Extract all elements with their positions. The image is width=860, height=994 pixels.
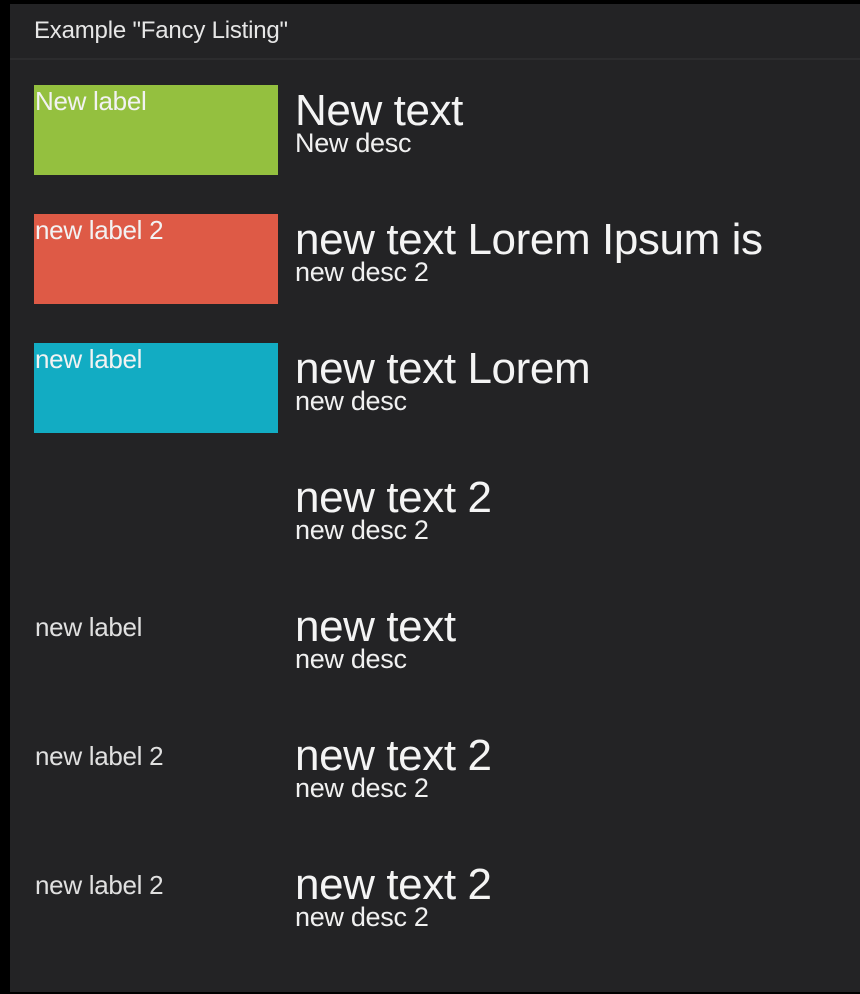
panel-title: Example "Fancy Listing" xyxy=(34,17,288,44)
item-text-block: new text 2 new desc 2 xyxy=(295,474,492,545)
item-label: new label 2 xyxy=(35,870,164,900)
item-text-block: new text 2 new desc 2 xyxy=(295,732,492,803)
item-label: new label xyxy=(34,343,278,433)
item-text-block: new text 2 new desc 2 xyxy=(295,861,492,932)
list-item[interactable]: new label 2 new text 2 new desc 2 xyxy=(10,836,860,965)
listing: New label New text New desc new label 2 … xyxy=(10,62,860,965)
item-label: New label xyxy=(34,85,278,175)
item-text-block: new text Lorem new desc xyxy=(295,345,591,416)
panel-header: Example "Fancy Listing" xyxy=(10,4,860,60)
fancy-listing-panel: Example "Fancy Listing" New label New te… xyxy=(10,4,860,992)
item-label: new label 2 xyxy=(35,741,164,771)
list-item[interactable]: new label 2 new text Lorem Ipsum is new … xyxy=(10,191,860,320)
item-label: new label xyxy=(35,612,143,642)
list-item[interactable]: new label 2 new text 2 new desc 2 xyxy=(10,707,860,836)
item-label: new label 2 xyxy=(34,214,278,304)
item-text-block: new text new desc xyxy=(295,603,456,674)
list-item[interactable]: new label new text new desc xyxy=(10,578,860,707)
item-label xyxy=(34,472,278,562)
item-text-block: new text Lorem Ipsum is new desc 2 xyxy=(295,216,763,287)
list-item[interactable]: new text 2 new desc 2 xyxy=(10,449,860,578)
item-text-block: New text New desc xyxy=(295,87,463,158)
list-item[interactable]: new label new text Lorem new desc xyxy=(10,320,860,449)
list-item[interactable]: New label New text New desc xyxy=(10,62,860,191)
